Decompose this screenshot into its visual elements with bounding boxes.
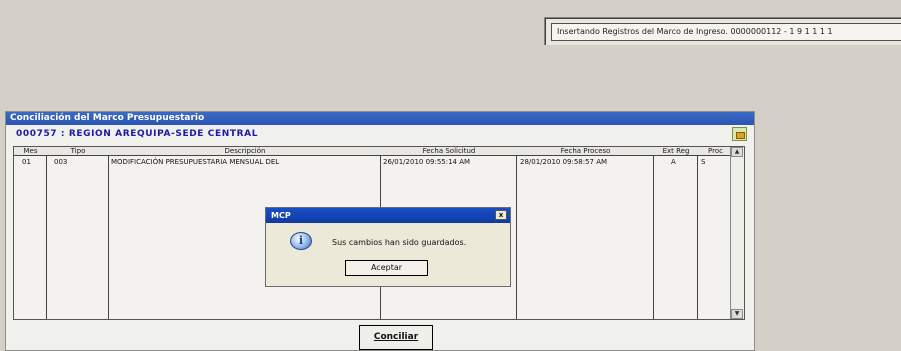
cell-ext-reg: A	[671, 158, 676, 166]
header-fecha-proceso[interactable]: Fecha Proceso	[517, 147, 654, 156]
info-icon: i	[290, 232, 312, 250]
region-label: 000757 : REGION AREQUIPA-SEDE CENTRAL	[16, 129, 259, 139]
col-tipo	[47, 147, 109, 319]
header-mes[interactable]: Mes	[14, 147, 47, 156]
col-ext-reg	[654, 147, 698, 319]
header-proc[interactable]: Proc	[698, 147, 733, 156]
export-icon[interactable]	[732, 127, 747, 141]
dialog-title: MCP x	[266, 208, 510, 223]
vertical-scrollbar[interactable]: ▲ ▼	[730, 147, 744, 319]
scroll-up-icon[interactable]: ▲	[731, 147, 743, 157]
close-icon[interactable]: x	[495, 210, 507, 220]
cell-proc: S	[701, 158, 706, 166]
col-fecha-proceso	[517, 147, 654, 319]
status-text: Insertando Registros del Marco de Ingres…	[551, 23, 901, 41]
header-tipo[interactable]: Tipo	[47, 147, 109, 156]
header-fecha-solicitud[interactable]: Fecha Solicitud	[381, 147, 517, 156]
conciliar-button[interactable]: Conciliar	[359, 325, 433, 350]
col-mes	[14, 147, 47, 319]
cell-fecha-proceso: 28/01/2010 09:58:57 AM	[520, 158, 608, 166]
dialog-title-text: MCP	[271, 211, 291, 220]
status-box: Insertando Registros del Marco de Ingres…	[544, 17, 901, 45]
cell-fecha-solicitud: 26/01/2010 09:55:14 AM	[383, 158, 471, 166]
header-descripcion[interactable]: Descripción	[109, 147, 381, 156]
aceptar-button[interactable]: Aceptar	[345, 260, 428, 276]
col-proc	[698, 147, 733, 319]
scroll-down-icon[interactable]: ▼	[731, 309, 743, 319]
cell-descripcion: MODIFICACIÓN PRESUPUESTARIA MENSUAL DEL	[111, 158, 280, 166]
region-row: 000757 : REGION AREQUIPA-SEDE CENTRAL	[6, 125, 754, 144]
mcp-dialog: MCP x i Sus cambios han sido guardados. …	[265, 207, 511, 287]
dialog-message: Sus cambios han sido guardados.	[332, 238, 467, 247]
cell-mes: 01	[22, 158, 31, 166]
header-ext-reg[interactable]: Ext Reg	[654, 147, 698, 156]
panel-title: Conciliación del Marco Presupuestario	[6, 112, 754, 125]
cell-tipo: 003	[54, 158, 68, 166]
